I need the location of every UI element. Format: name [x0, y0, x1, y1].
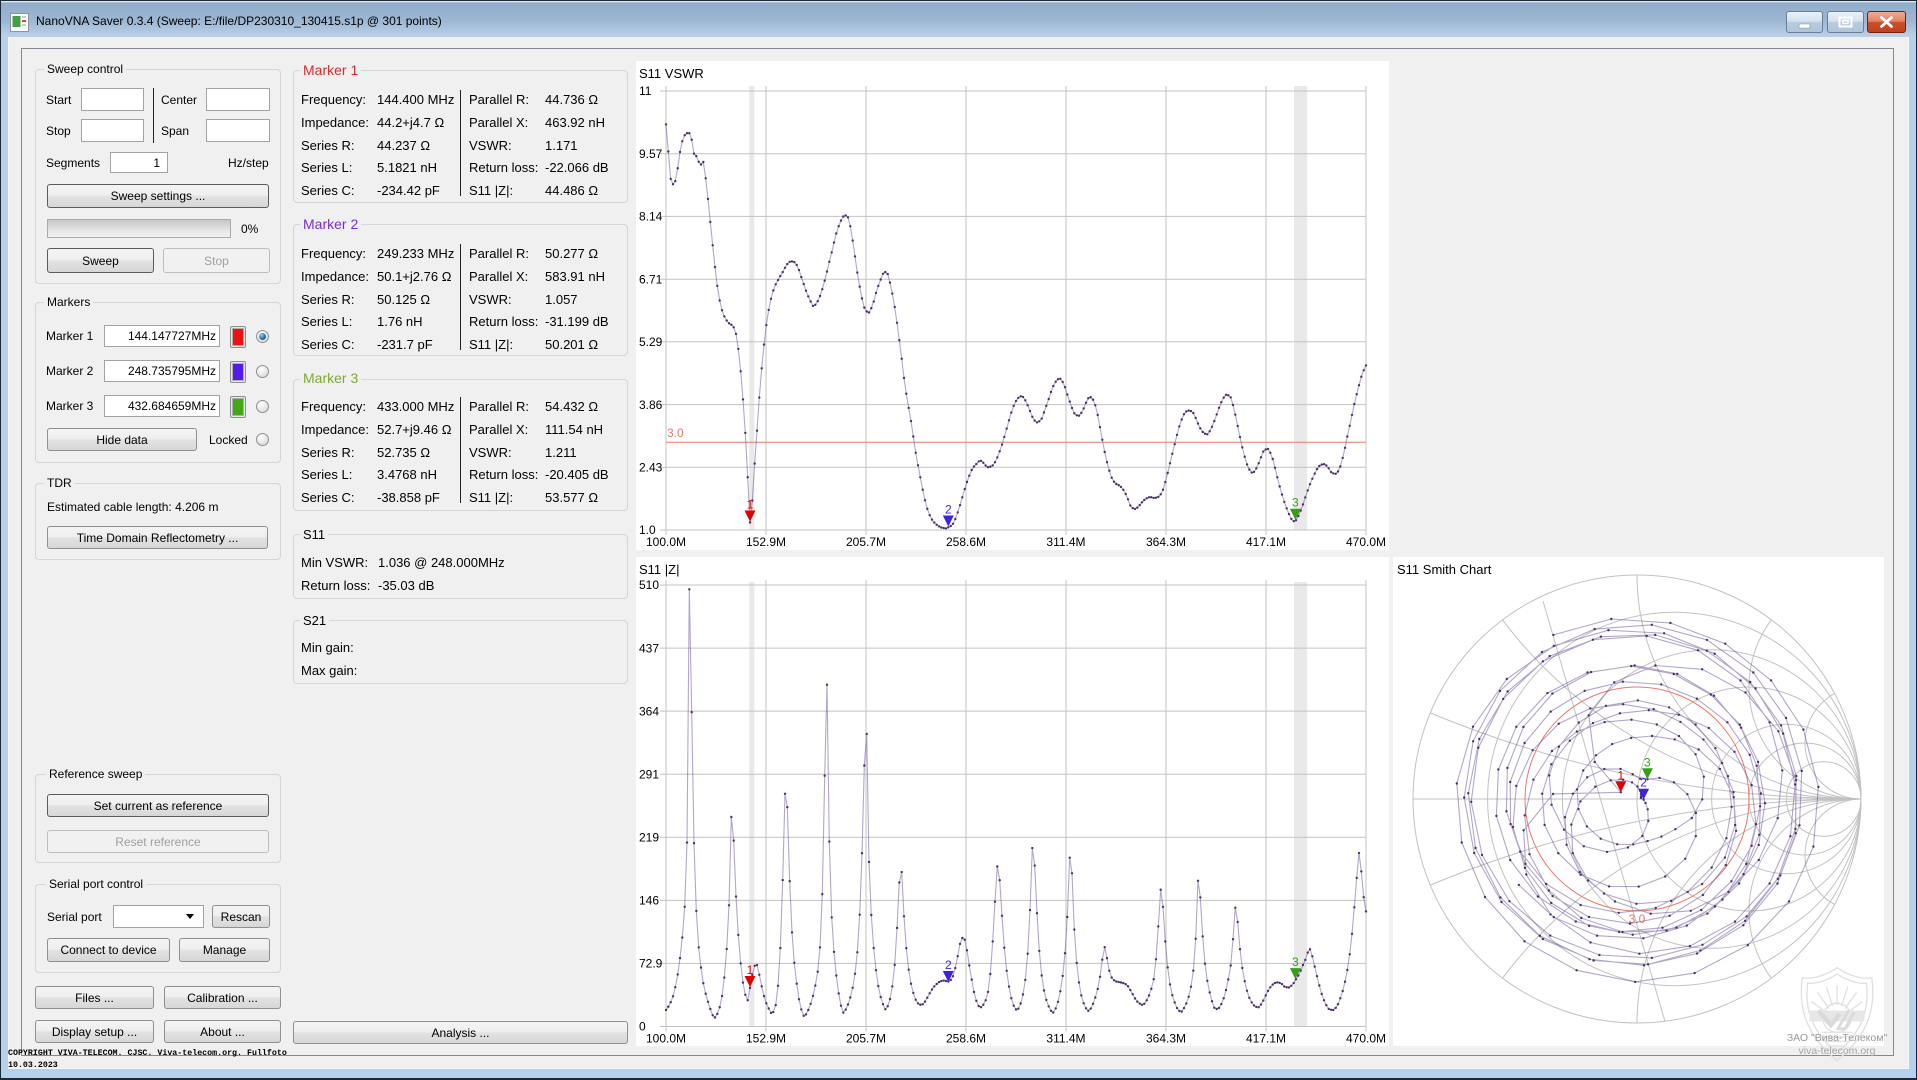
svg-text:152.9M: 152.9M	[746, 1032, 786, 1046]
svg-text:3.0: 3.0	[667, 426, 684, 440]
svg-text:S11 Smith Chart: S11 Smith Chart	[1397, 562, 1492, 577]
svg-text:11: 11	[639, 84, 652, 98]
svg-text:417.1M: 417.1M	[1246, 1032, 1286, 1046]
svg-text:100.0M: 100.0M	[646, 1032, 686, 1046]
svg-text:258.6M: 258.6M	[946, 1032, 986, 1046]
svg-text:470.0M: 470.0M	[1346, 1032, 1386, 1046]
svg-text:205.7M: 205.7M	[846, 1032, 886, 1046]
svg-text:5.29: 5.29	[639, 335, 663, 349]
svg-text:3.86: 3.86	[639, 398, 663, 412]
svg-text:3: 3	[1292, 955, 1299, 969]
svg-text:3: 3	[1644, 755, 1651, 769]
svg-text:364.3M: 364.3M	[1146, 1032, 1186, 1046]
svg-text:205.7M: 205.7M	[846, 535, 886, 549]
svg-text:1: 1	[1617, 768, 1624, 782]
svg-text:9.57: 9.57	[639, 147, 663, 161]
svg-text:3: 3	[1292, 496, 1299, 510]
svg-text:437: 437	[639, 641, 659, 655]
svg-text:2: 2	[945, 503, 952, 517]
svg-text:470.0M: 470.0M	[1346, 535, 1386, 549]
svg-text:364: 364	[639, 704, 659, 718]
svg-text:1: 1	[747, 498, 754, 512]
svg-text:417.1M: 417.1M	[1246, 535, 1286, 549]
svg-text:152.9M: 152.9M	[746, 535, 786, 549]
svg-text:2.43: 2.43	[639, 461, 663, 475]
svg-text:219: 219	[639, 831, 659, 845]
svg-text:6.71: 6.71	[639, 272, 663, 286]
svg-text:S11 VSWR: S11 VSWR	[639, 66, 704, 81]
svg-text:S11 |Z|: S11 |Z|	[639, 562, 679, 577]
svg-text:510: 510	[639, 578, 659, 592]
svg-text:311.4M: 311.4M	[1046, 535, 1085, 549]
svg-text:0: 0	[639, 1020, 646, 1034]
svg-text:311.4M: 311.4M	[1046, 1032, 1085, 1046]
svg-text:8.14: 8.14	[639, 210, 663, 224]
svg-text:1: 1	[747, 963, 754, 977]
svg-text:2: 2	[945, 958, 952, 972]
svg-text:100.0M: 100.0M	[646, 535, 686, 549]
svg-text:146: 146	[639, 894, 659, 908]
svg-text:2: 2	[1640, 776, 1647, 790]
svg-text:258.6M: 258.6M	[946, 535, 986, 549]
svg-text:291: 291	[639, 767, 659, 781]
svg-text:72.9: 72.9	[639, 957, 663, 971]
svg-text:364.3M: 364.3M	[1146, 535, 1186, 549]
